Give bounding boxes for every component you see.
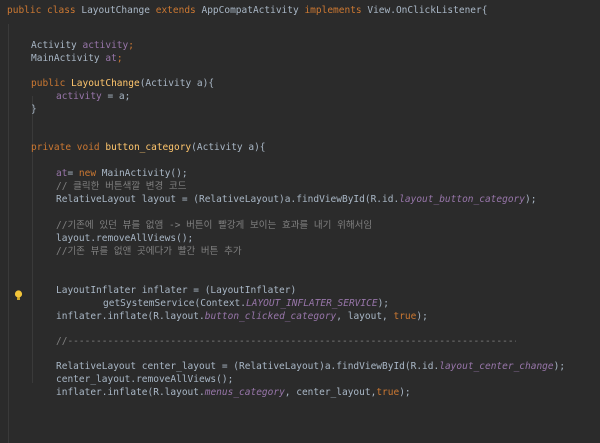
type-name: View.OnClickListener{ [367, 5, 488, 16]
code-line-7[interactable]: private void button_category(Activity a)… [31, 141, 266, 155]
code-line-17[interactable]: //--------------------------------------… [56, 335, 516, 349]
type-name: AppCompatActivity [201, 5, 305, 16]
code-text: LayoutInflater inflater = (LayoutInflate… [56, 285, 297, 296]
code-text: MainActivity(); [101, 168, 188, 179]
constant-name: LAYOUT_INFLATER_SERVICE [246, 298, 378, 309]
code-text: center_layout.removeAllViews(); [56, 374, 234, 385]
code-text: ); [553, 361, 566, 372]
punctuation: ; [116, 53, 123, 64]
code-text: ); [399, 387, 411, 398]
method-name: button_category [105, 142, 192, 153]
keyword: true [376, 387, 400, 398]
code-line-2[interactable]: Activity activity; [31, 39, 134, 53]
code-line-4[interactable]: public LayoutChange(Activity a){ [31, 77, 214, 91]
resource-id: button_clicked_category [204, 311, 337, 322]
code-text: } [31, 104, 37, 115]
resource-id: layout_center_change [439, 361, 554, 372]
comment: //기존 뷰를 없앤 곳에다가 빨간 버튼 추가 [56, 246, 242, 257]
code-line-12[interactable]: layout.removeAllViews(); [56, 232, 193, 246]
indent-guide [32, 96, 33, 383]
keyword: extends [155, 5, 202, 16]
keyword: true [393, 311, 417, 322]
keyword: implements [304, 5, 368, 16]
field-name: at [105, 53, 117, 64]
code-text: ); [416, 311, 428, 322]
code-line-14[interactable]: LayoutInflater inflater = (LayoutInflate… [56, 284, 296, 298]
code-line-8[interactable]: at= new MainActivity(); [56, 167, 188, 181]
keyword: new [78, 168, 102, 179]
indent-guide [8, 24, 9, 443]
comment: //기존에 있던 뷰를 없앰 -> 버튼이 빨강게 보이는 효과를 내기 위해서… [56, 220, 373, 231]
punctuation: ; [128, 40, 134, 51]
code-text: = [67, 168, 79, 179]
code-text: getSystemService(Context. [103, 298, 246, 309]
code-line-18[interactable]: RelativeLayout center_layout = (Relative… [56, 360, 565, 374]
code-text: = a; [107, 91, 131, 102]
code-editor[interactable]: public class LayoutChange extends AppCom… [0, 0, 600, 443]
keyword: public class [7, 5, 82, 16]
code-line-10[interactable]: RelativeLayout layout = (RelativeLayout)… [56, 193, 536, 207]
resource-id: menus_category [204, 387, 285, 398]
code-line-9[interactable]: // 클릭한 버튼색깔 변경 코드 [56, 180, 186, 194]
field-name: activity [56, 91, 108, 102]
type-name: Activity [31, 40, 83, 51]
code-text: RelativeLayout center_layout = (Relative… [56, 361, 440, 372]
comment: // 클릭한 버튼색깔 변경 코드 [56, 181, 187, 192]
code-line-6[interactable]: } [31, 103, 37, 117]
code-line-20[interactable]: inflater.inflate(R.layout.menus_category… [56, 386, 411, 400]
code-line-1[interactable]: public class LayoutChange extends AppCom… [7, 4, 487, 18]
code-line-3[interactable]: MainActivity at; [31, 52, 123, 66]
keyword: public [31, 78, 72, 89]
code-text: RelativeLayout layout = (RelativeLayout)… [56, 194, 400, 205]
code-text: , center_layout, [284, 387, 377, 398]
code-line-5[interactable]: activity = a; [56, 90, 130, 104]
type-name: MainActivity [31, 53, 106, 64]
resource-id: layout_button_category [399, 194, 526, 205]
code-text: ); [525, 194, 537, 205]
code-line-11[interactable]: //기존에 있던 뷰를 없앰 -> 버튼이 빨강게 보이는 효과를 내기 위해서… [56, 219, 372, 233]
class-name: LayoutChange [81, 5, 156, 16]
code-line-15[interactable]: getSystemService(Context.LAYOUT_INFLATER… [103, 297, 389, 311]
code-text: (Activity a){ [139, 78, 215, 89]
code-text: inflater.inflate(R.layout. [56, 311, 205, 322]
lightbulb-icon[interactable] [14, 290, 23, 301]
method-name: LayoutChange [71, 78, 140, 89]
code-text: , layout, [336, 311, 394, 322]
code-text: (Activity a){ [191, 142, 266, 153]
code-line-16[interactable]: inflater.inflate(R.layout.button_clicked… [56, 310, 428, 324]
code-line-13[interactable]: //기존 뷰를 없앤 곳에다가 빨간 버튼 추가 [56, 245, 242, 259]
comment: //--------------------------------------… [56, 336, 516, 347]
code-line-19[interactable]: center_layout.removeAllViews(); [56, 373, 233, 387]
code-text: ); [377, 298, 390, 309]
keyword: private void [31, 142, 106, 153]
field-name: activity [82, 40, 129, 51]
code-text: inflater.inflate(R.layout. [56, 387, 205, 398]
field-name: at [56, 168, 68, 179]
code-text: layout.removeAllViews(); [56, 233, 194, 244]
